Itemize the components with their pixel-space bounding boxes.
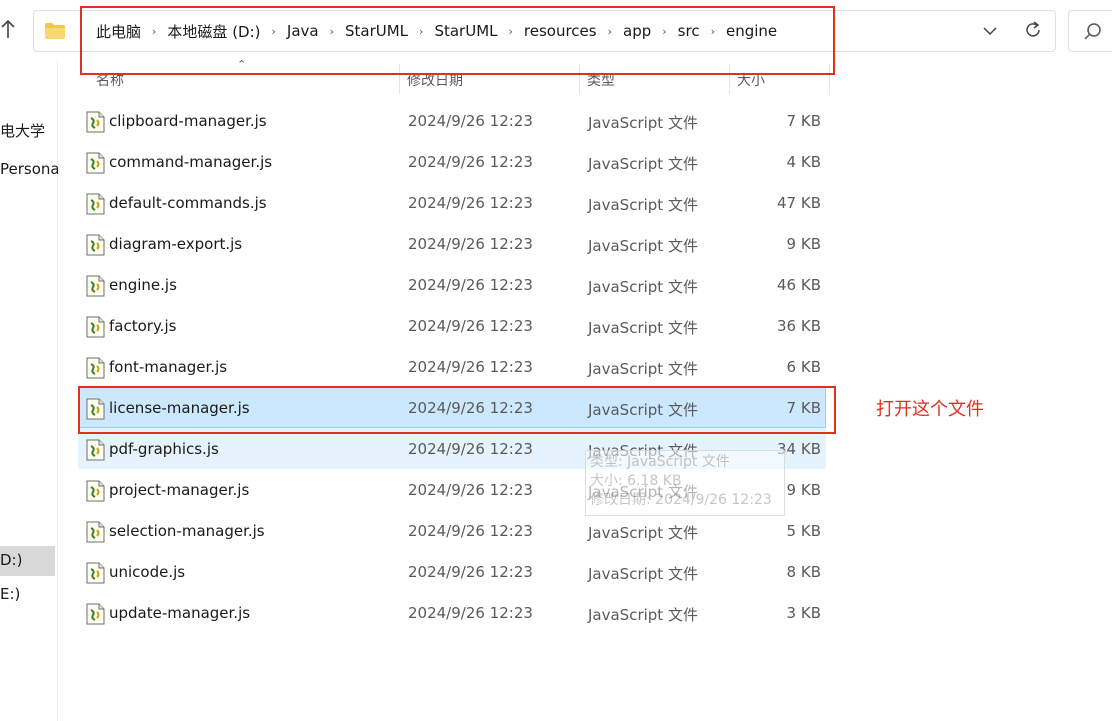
file-size: 47 KB (777, 194, 821, 212)
nav-item-label: 电大学 (0, 122, 46, 140)
column-header-label: 类型 (587, 73, 615, 89)
search-box[interactable] (1068, 10, 1112, 52)
javascript-file-icon (86, 111, 105, 133)
file-name: update-manager.js (109, 604, 251, 622)
file-modified-date: 2024/9/26 12:23 (408, 604, 533, 622)
file-modified-date: 2024/9/26 12:23 (408, 358, 533, 376)
up-arrow-icon[interactable] (0, 18, 16, 42)
chevron-down-icon[interactable] (979, 21, 1001, 41)
column-header-label: 名称 (96, 73, 124, 89)
tooltip-line: 大小: 6.18 KB (590, 473, 682, 489)
file-modified-date: 2024/9/26 12:23 (408, 440, 533, 458)
file-modified-date: 2024/9/26 12:23 (408, 522, 533, 540)
javascript-file-icon (86, 152, 105, 174)
file-size: 46 KB (777, 276, 821, 294)
file-type: JavaScript 文件 (588, 606, 698, 624)
file-name: selection-manager.js (109, 522, 265, 540)
file-modified-date: 2024/9/26 12:23 (408, 112, 533, 130)
nav-item[interactable]: 电大学 (0, 120, 58, 141)
file-name: clipboard-manager.js (109, 112, 267, 130)
annotation-box-file (78, 386, 836, 434)
file-modified-date: 2024/9/26 12:23 (408, 563, 533, 581)
search-icon[interactable] (1083, 22, 1103, 42)
file-row[interactable]: factory.js 2024/9/26 12:23 JavaScript 文件… (78, 305, 826, 346)
annotation-box-address (80, 6, 835, 75)
nav-item-drive-e[interactable]: E:) (0, 585, 58, 603)
column-header-label: 修改日期 (407, 73, 463, 89)
file-type: JavaScript 文件 (588, 114, 698, 132)
file-type: JavaScript 文件 (588, 278, 698, 296)
nav-item-label: D:) (0, 551, 23, 569)
file-modified-date: 2024/9/26 12:23 (408, 481, 533, 499)
file-size: 6 KB (786, 358, 821, 376)
file-name: pdf-graphics.js (109, 440, 219, 458)
file-name: project-manager.js (109, 481, 250, 499)
nav-item[interactable]: Persona (0, 160, 58, 178)
nav-item-label: Persona (0, 160, 58, 178)
file-type: JavaScript 文件 (588, 155, 698, 173)
file-row[interactable]: engine.js 2024/9/26 12:23 JavaScript 文件 … (78, 264, 826, 305)
file-row[interactable]: font-manager.js 2024/9/26 12:23 JavaScri… (78, 346, 826, 387)
nav-item-drive-d[interactable]: D:) (0, 546, 55, 576)
file-size: 5 KB (786, 522, 821, 540)
file-size: 3 KB (786, 604, 821, 622)
javascript-file-icon (86, 193, 105, 215)
file-row[interactable]: command-manager.js 2024/9/26 12:23 JavaS… (78, 141, 826, 182)
file-type: JavaScript 文件 (588, 565, 698, 583)
file-row[interactable]: diagram-export.js 2024/9/26 12:23 JavaSc… (78, 223, 826, 264)
nav-item-label: E:) (0, 585, 21, 603)
file-type: JavaScript 文件 (588, 237, 698, 255)
annotation-text: 打开这个文件 (876, 399, 984, 420)
file-name: font-manager.js (109, 358, 228, 376)
file-size: 9 KB (786, 235, 821, 253)
javascript-file-icon (86, 603, 105, 625)
folder-icon (44, 22, 66, 40)
file-name: factory.js (109, 317, 177, 335)
file-row[interactable]: clipboard-manager.js 2024/9/26 12:23 Jav… (78, 100, 826, 141)
file-row[interactable]: update-manager.js 2024/9/26 12:23 JavaSc… (78, 592, 826, 633)
file-row[interactable]: default-commands.js 2024/9/26 12:23 Java… (78, 182, 826, 223)
file-modified-date: 2024/9/26 12:23 (408, 235, 533, 253)
file-size: 36 KB (777, 317, 821, 335)
file-modified-date: 2024/9/26 12:23 (408, 276, 533, 294)
javascript-file-icon (86, 234, 105, 256)
javascript-file-icon (86, 562, 105, 584)
file-name: unicode.js (109, 563, 186, 581)
file-size: 9 KB (786, 481, 821, 499)
refresh-icon[interactable] (1022, 19, 1044, 41)
file-list: clipboard-manager.js 2024/9/26 12:23 Jav… (78, 100, 826, 633)
javascript-file-icon (86, 275, 105, 297)
javascript-file-icon (86, 316, 105, 338)
column-header-label: 大小 (737, 73, 765, 89)
file-type: JavaScript 文件 (588, 360, 698, 378)
file-tooltip: 类型: JavaScript 文件 大小: 6.18 KB 修改日期: 2024… (585, 450, 785, 516)
file-type: JavaScript 文件 (588, 319, 698, 337)
javascript-file-icon (86, 521, 105, 543)
file-modified-date: 2024/9/26 12:23 (408, 194, 533, 212)
file-type: JavaScript 文件 (588, 196, 698, 214)
tooltip-line: 修改日期: 2024/9/26 12:23 (590, 492, 772, 508)
file-type: JavaScript 文件 (588, 524, 698, 542)
javascript-file-icon (86, 439, 105, 461)
file-modified-date: 2024/9/26 12:23 (408, 317, 533, 335)
file-name: diagram-export.js (109, 235, 243, 253)
file-row[interactable]: unicode.js 2024/9/26 12:23 JavaScript 文件… (78, 551, 826, 592)
file-name: command-manager.js (109, 153, 273, 171)
file-size: 7 KB (786, 112, 821, 130)
file-size: 4 KB (786, 153, 821, 171)
file-row[interactable]: selection-manager.js 2024/9/26 12:23 Jav… (78, 510, 826, 551)
javascript-file-icon (86, 357, 105, 379)
file-size: 8 KB (786, 563, 821, 581)
navigation-pane: 电大学 Persona D:) E:) (0, 60, 58, 721)
file-name: default-commands.js (109, 194, 267, 212)
javascript-file-icon (86, 480, 105, 502)
file-name: engine.js (109, 276, 177, 294)
tooltip-line: 类型: JavaScript 文件 (590, 454, 730, 470)
file-modified-date: 2024/9/26 12:23 (408, 153, 533, 171)
